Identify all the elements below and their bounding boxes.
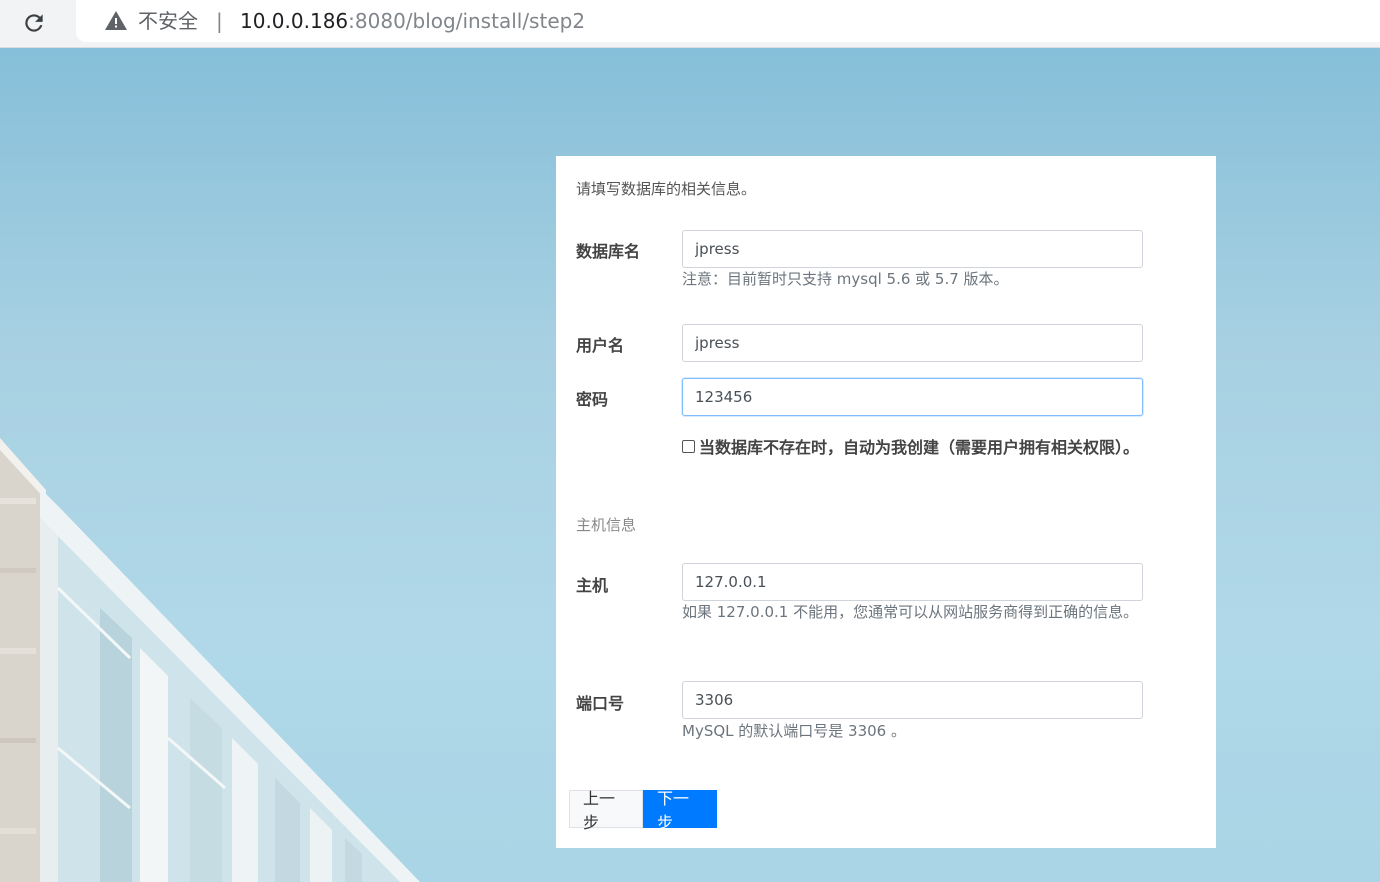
password-label: 密码 xyxy=(576,390,609,409)
db-name-input[interactable] xyxy=(682,230,1143,268)
reload-button[interactable] xyxy=(17,6,51,40)
address-divider: | xyxy=(216,9,223,33)
host-input[interactable] xyxy=(682,563,1143,601)
host-hint: 如果 127.0.0.1 不能用，您通常可以从网站服务商得到正确的信息。 xyxy=(682,603,1139,621)
host-section-title: 主机信息 xyxy=(576,516,637,534)
port-input[interactable] xyxy=(682,681,1143,719)
address-bar[interactable]: 不安全 | 10.0.0.186:8080/blog/install/step2 xyxy=(76,0,1380,42)
warning-icon xyxy=(105,11,127,30)
auto-create-checkbox[interactable] xyxy=(682,439,695,453)
port-label: 端口号 xyxy=(576,694,625,713)
auto-create-label[interactable]: 当数据库不存在时，自动为我创建（需要用户拥有相关权限）。 xyxy=(699,434,1139,458)
prev-step-button[interactable]: 上一步 xyxy=(569,789,643,832)
port-hint: MySQL 的默认端口号是 3306 。 xyxy=(682,722,906,740)
password-input[interactable] xyxy=(682,378,1143,416)
url-host: 10.0.0.186 xyxy=(240,9,349,33)
url-path: :8080/blog/install/step2 xyxy=(348,9,586,33)
form-intro: 请填写数据库的相关信息。 xyxy=(576,180,757,198)
username-input[interactable] xyxy=(682,324,1143,362)
db-name-hint: 注意：目前暂时只支持 mysql 5.6 或 5.7 版本。 xyxy=(682,270,1009,288)
install-form-card: 请填写数据库的相关信息。 数据库名 注意：目前暂时只支持 mysql 5.6 或… xyxy=(556,156,1216,848)
next-step-button[interactable]: 下一步 xyxy=(643,789,717,832)
browser-toolbar: 不安全 | 10.0.0.186:8080/blog/install/step2 xyxy=(0,0,1380,48)
username-label: 用户名 xyxy=(576,336,625,355)
host-label: 主机 xyxy=(576,576,609,595)
reload-icon xyxy=(25,14,43,32)
auto-create-option[interactable]: 当数据库不存在时，自动为我创建（需要用户拥有相关权限）。 xyxy=(682,434,1139,458)
db-name-label: 数据库名 xyxy=(576,242,641,261)
url-text[interactable]: 10.0.0.186:8080/blog/install/step2 xyxy=(240,8,585,34)
insecure-label: 不安全 xyxy=(138,9,198,33)
